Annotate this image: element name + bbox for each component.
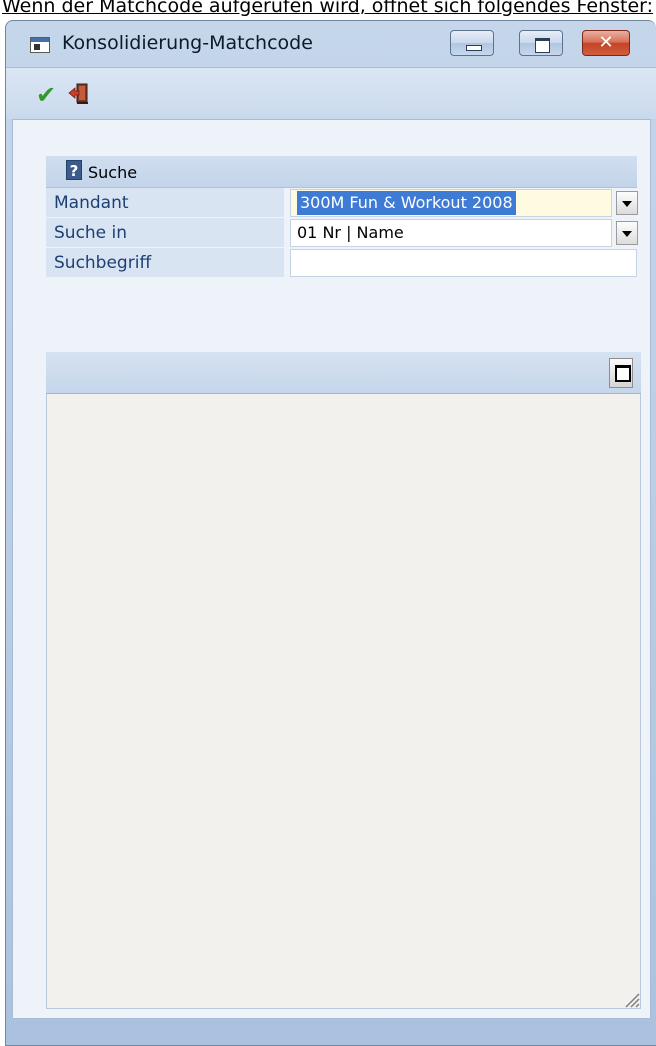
- matchcode-window: Konsolidierung-Matchcode ✕ ✔ ? Suche Man…: [5, 20, 656, 1046]
- close-button[interactable]: ✕: [582, 30, 630, 56]
- suche-in-select[interactable]: 01 Nr | Name: [290, 219, 612, 247]
- resize-grip-icon[interactable]: [620, 988, 640, 1008]
- mandant-row: Mandant 300M Fun & Workout 2008: [46, 188, 643, 218]
- mandant-label: Mandant: [46, 188, 284, 218]
- mandant-select[interactable]: 300M Fun & Workout 2008: [290, 189, 612, 217]
- maximize-icon: [520, 31, 562, 55]
- suche-in-row: Suche in 01 Nr | Name: [46, 218, 643, 248]
- mandant-value: 300M Fun & Workout 2008: [297, 191, 516, 215]
- minimize-icon: [451, 31, 493, 55]
- toolbar: ✔: [6, 67, 656, 119]
- caption-text: Wenn der Matchcode aufgerufen wird, öffn…: [2, 0, 654, 17]
- suche-in-label: Suche in: [46, 218, 284, 248]
- suchbegriff-input[interactable]: [290, 249, 637, 277]
- maximize-button[interactable]: [519, 30, 563, 56]
- minimize-button[interactable]: [450, 30, 494, 56]
- results-grid[interactable]: [46, 394, 641, 1009]
- document-caption: Wenn der Matchcode aufgerufen wird, öffn…: [2, 0, 656, 21]
- suche-in-dropdown-button[interactable]: [616, 221, 638, 245]
- suchbegriff-label: Suchbegriff: [46, 248, 284, 278]
- window-title: Konsolidierung-Matchcode: [62, 32, 313, 54]
- title-bar[interactable]: Konsolidierung-Matchcode ✕: [6, 21, 656, 67]
- suche-in-value: 01 Nr | Name: [297, 223, 404, 242]
- exit-door-icon[interactable]: [68, 82, 90, 104]
- help-icon[interactable]: ?: [66, 160, 82, 180]
- search-group-header: ? Suche: [46, 156, 637, 188]
- app-window-icon: [30, 37, 50, 53]
- maximize-grid-icon[interactable]: [609, 358, 633, 388]
- suchbegriff-row: Suchbegriff: [46, 248, 643, 278]
- checkmark-icon[interactable]: ✔: [36, 81, 56, 109]
- mandant-dropdown-button[interactable]: [616, 191, 638, 215]
- results-grid-header: [46, 352, 641, 394]
- search-group-title: Suche: [88, 163, 138, 182]
- close-icon: ✕: [598, 32, 614, 53]
